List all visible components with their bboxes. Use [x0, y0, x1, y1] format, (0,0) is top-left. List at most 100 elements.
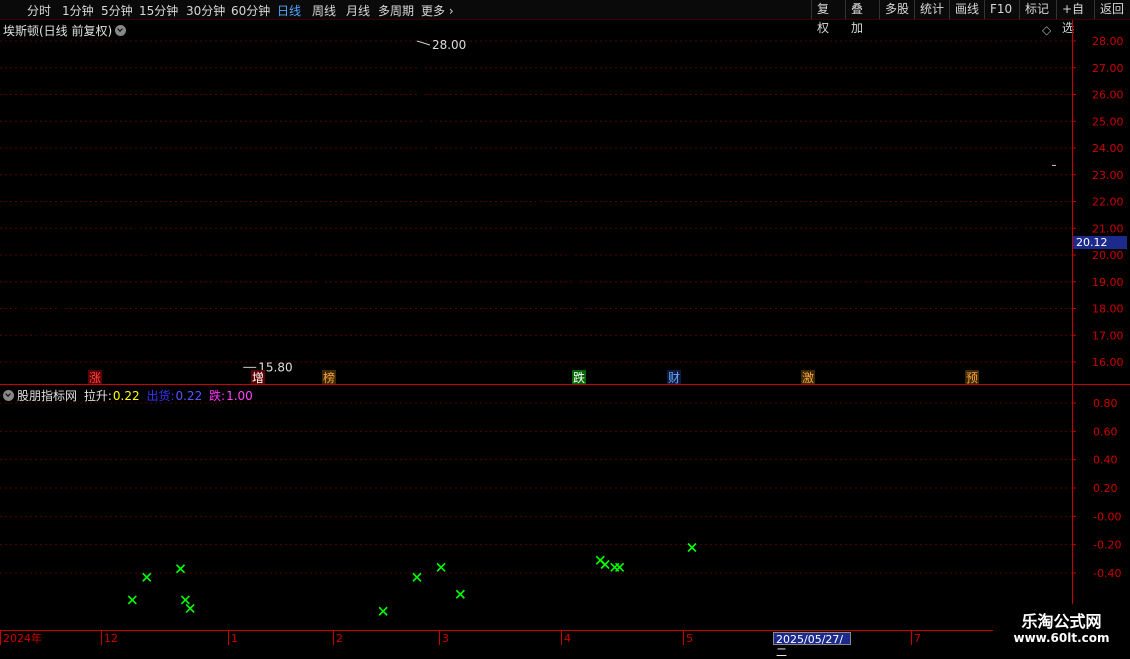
- candle-body-up: [531, 196, 534, 199]
- candle-body-down: [29, 319, 33, 330]
- indicator-x-marker: [455, 589, 465, 599]
- indicator-lashen-value: 0.22: [112, 389, 140, 403]
- candle-body-down: [1023, 230, 1027, 234]
- candle-body-up: [169, 263, 172, 268]
- indicator-dropdown-icon[interactable]: [3, 390, 14, 401]
- candle-body-up: [295, 250, 298, 255]
- event-marker-label: 榜: [323, 370, 335, 385]
- candle-body-down: [468, 150, 472, 157]
- candle-body-down: [729, 228, 733, 231]
- candle-body-up: [613, 284, 616, 292]
- candle-body-up: [251, 327, 254, 338]
- title-dropdown-icon[interactable]: [115, 25, 127, 36]
- indicator-x-marker: [600, 559, 610, 570]
- candle-body-down: [574, 268, 578, 301]
- candle-body-up: [276, 255, 279, 263]
- indicator-x-marker: [436, 562, 446, 572]
- candle-body-down: [511, 164, 515, 175]
- candle-body-down: [241, 337, 245, 344]
- candle-body-down: [922, 260, 926, 264]
- candle-body-up: [44, 327, 47, 338]
- candle-body-up: [87, 322, 90, 335]
- candle-body-down: [217, 281, 221, 296]
- candle-body-down: [820, 233, 824, 239]
- candle-body-down: [733, 230, 737, 234]
- high-marker-arrow: [416, 40, 431, 46]
- indicator-y-tick-label: 0.40: [1093, 454, 1118, 467]
- candle-body-up: [497, 135, 500, 140]
- candle-body-up: [879, 244, 882, 247]
- candle-body-down: [782, 268, 786, 272]
- candle-body-down: [521, 185, 525, 194]
- candle-body-down: [473, 156, 477, 162]
- stock-title[interactable]: 埃斯顿(日线 前复权): [3, 22, 127, 39]
- main-y-tick-label: 22.00: [1092, 196, 1124, 209]
- last-price-tag: 20.12: [1073, 236, 1127, 249]
- high-price-label: 28.00: [432, 38, 466, 52]
- candle-body-down: [695, 214, 699, 221]
- candle-body-up: [102, 260, 105, 276]
- candle-body-down: [825, 238, 829, 247]
- main-y-tick-label: 24.00: [1092, 142, 1124, 155]
- candle-body-up: [681, 228, 684, 244]
- candle-body-down: [743, 236, 747, 242]
- candle-body-up: [801, 255, 804, 260]
- candle-body-up: [666, 274, 669, 285]
- time-axis-label: 1: [231, 632, 238, 645]
- candle-body-up: [893, 250, 896, 253]
- time-axis-label: 7: [914, 632, 921, 645]
- candle-body-up: [435, 156, 438, 167]
- candle-body-up: [676, 244, 679, 260]
- candle-body-up: [946, 244, 949, 252]
- candle-body-up: [956, 234, 959, 239]
- candle-body-up: [401, 121, 404, 140]
- candle-body-up: [990, 210, 993, 218]
- candle-body-down: [357, 230, 361, 237]
- candle-body-down: [748, 241, 752, 245]
- candle-body-down: [907, 249, 911, 255]
- candle-body-up: [343, 239, 346, 247]
- candle-body-up: [49, 314, 52, 327]
- candle-body-up: [372, 228, 375, 239]
- candle-body-down: [603, 292, 607, 298]
- indicator-x-marker: [127, 595, 137, 605]
- candle-body-down: [154, 263, 158, 272]
- watermark-title: 乐淘公式网: [1021, 612, 1102, 631]
- candle-body-up: [449, 124, 452, 127]
- candle-body-down: [627, 295, 631, 301]
- candle-body-up: [584, 314, 587, 330]
- candle-body-down: [762, 255, 766, 261]
- candle-body-down: [758, 249, 762, 255]
- candle-body-up: [348, 234, 351, 239]
- candle-body-up: [652, 271, 655, 276]
- candle-body-up: [329, 271, 332, 282]
- candle-body-down: [545, 212, 549, 218]
- main-y-tick-label: 25.00: [1092, 115, 1124, 128]
- diamond-icon: ◇: [1042, 23, 1052, 37]
- candle-body-down: [569, 233, 573, 269]
- candle-body-up: [787, 268, 790, 271]
- candle-body-up: [864, 274, 867, 282]
- candle-body-up: [710, 204, 713, 212]
- time-axis-label: 2024年: [3, 631, 42, 645]
- indicator-x-marker: [378, 606, 388, 616]
- candle-body-up: [647, 276, 650, 284]
- candle-body-down: [183, 276, 187, 282]
- candle-body-up: [382, 202, 385, 218]
- indicator-name[interactable]: 股朋指标网: [17, 389, 77, 403]
- candle-body-up: [965, 220, 968, 228]
- candle-body-down: [232, 321, 236, 330]
- candle-body-down: [917, 257, 921, 261]
- time-axis-label: 4: [564, 632, 571, 645]
- candle-body-up: [444, 127, 447, 138]
- candle-body-down: [463, 142, 467, 151]
- indicator-y-tick-label: -0.00: [1093, 510, 1121, 523]
- candle-body-down: [135, 222, 139, 237]
- candle-body-down: [926, 263, 930, 266]
- candle-body-down: [24, 308, 28, 320]
- candle-body-up: [415, 57, 418, 81]
- candle-body-down: [724, 222, 728, 229]
- time-axis-label: 2: [336, 632, 343, 645]
- candle-body-down: [902, 246, 906, 250]
- indicator-chuhuo-label: 出货:: [146, 389, 175, 403]
